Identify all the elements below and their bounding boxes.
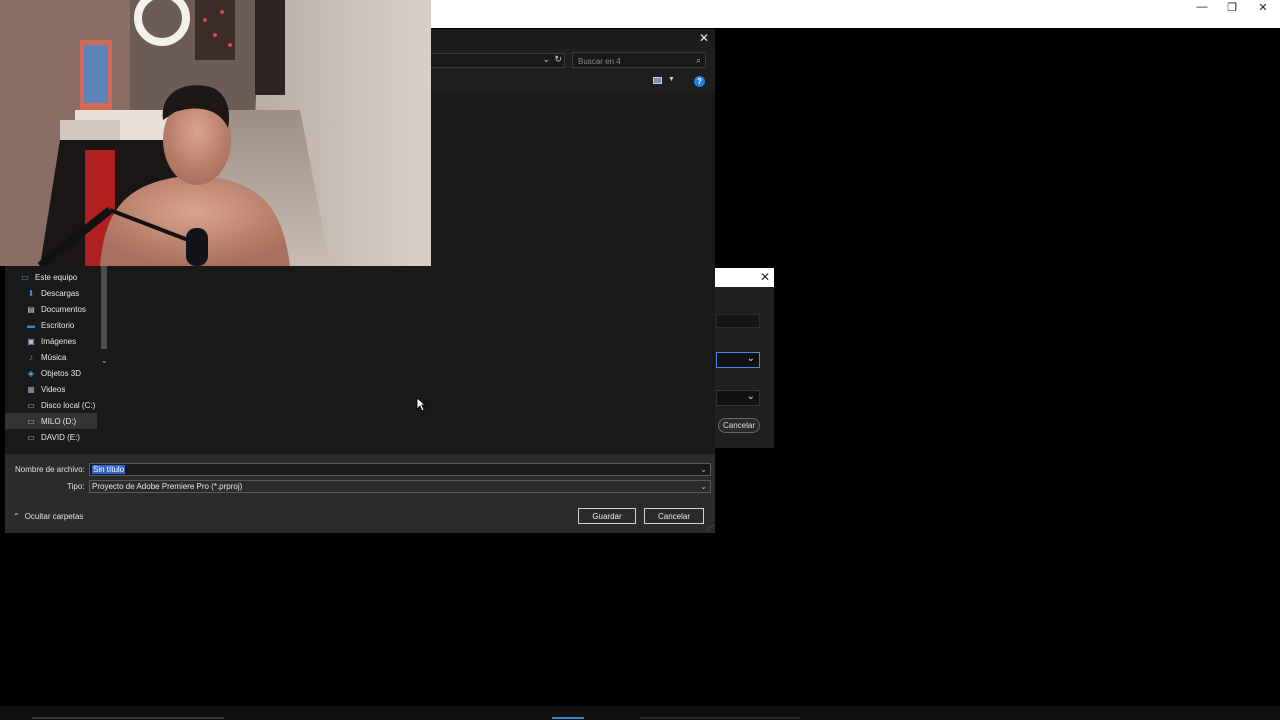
- nav-item[interactable]: ⬇ Descargas: [5, 285, 97, 301]
- file-type-value: Proyecto de Adobe Premiere Pro (*.prproj…: [92, 482, 243, 491]
- chevron-up-icon: ⌃: [13, 512, 20, 521]
- view-options-icon[interactable]: [653, 77, 662, 84]
- address-bar[interactable]: ⌄ ↻: [425, 53, 565, 68]
- nav-item[interactable]: ▭ DAVID (E:): [5, 429, 97, 445]
- nav-item[interactable]: ◈ Objetos 3D: [5, 365, 97, 381]
- help-icon[interactable]: ?: [694, 76, 705, 87]
- taskbar-item-active[interactable]: [552, 717, 584, 719]
- file-type-select[interactable]: Proyecto de Adobe Premiere Pro (*.prproj…: [89, 480, 711, 493]
- save-button[interactable]: Guardar: [578, 508, 636, 524]
- restore-button[interactable]: ❐: [1217, 0, 1247, 14]
- chevron-down-icon: ⌄: [746, 391, 755, 402]
- nav-item-label: Escritorio: [41, 320, 75, 330]
- background-cancel-button[interactable]: Cancelar: [718, 418, 760, 433]
- download-icon: ⬇: [27, 288, 35, 298]
- hide-folders-label: Ocultar carpetas: [24, 512, 84, 521]
- nav-item[interactable]: ▭ Este equipo: [5, 269, 97, 285]
- chevron-down-icon: ⌄: [746, 353, 755, 364]
- renderer-select[interactable]: ⌄: [716, 390, 760, 406]
- document-icon: ▤: [27, 304, 35, 314]
- nav-item-label: MILO (D:): [41, 416, 77, 426]
- nav-item-label: Música: [41, 352, 67, 362]
- chevron-down-icon[interactable]: ▼: [668, 76, 675, 83]
- filename-value: Sin título: [92, 465, 126, 474]
- new-project-dialog-title-bar: ✕: [714, 268, 774, 287]
- webcam-image: [0, 0, 431, 266]
- 3d-objects-icon: ◈: [27, 368, 35, 378]
- hide-folders-toggle[interactable]: ⌃ Ocultar carpetas: [13, 512, 83, 521]
- chevron-down-icon[interactable]: ⌄: [542, 54, 550, 65]
- close-icon[interactable]: ✕: [760, 270, 770, 284]
- minimize-button[interactable]: —: [1187, 0, 1217, 14]
- taskbar: [0, 706, 1280, 720]
- nav-item[interactable]: ▦ Videos: [5, 381, 97, 397]
- nav-item-label: DAVID (E:): [41, 432, 80, 442]
- cancel-button[interactable]: Cancelar: [644, 508, 704, 524]
- location-select[interactable]: ⌄: [716, 352, 760, 368]
- drive-icon: ▭: [27, 432, 35, 442]
- desktop-icon: ▬: [27, 320, 35, 330]
- nav-item-label: Videos: [41, 384, 66, 394]
- resize-grip-icon[interactable]: ⋰: [707, 524, 714, 532]
- nav-item-label: Este equipo: [35, 272, 78, 282]
- nav-item-label: Objetos 3D: [41, 368, 82, 378]
- nav-item[interactable]: ▣ Imágenes: [5, 333, 97, 349]
- nav-item[interactable]: ▬ Escritorio: [5, 317, 97, 333]
- webcam-overlay: [0, 0, 431, 266]
- dialog-footer: Nombre de archivo: Sin título ⌄ Tipo: Pr…: [5, 454, 715, 533]
- computer-icon: ▭: [21, 272, 29, 282]
- project-name-field[interactable]: [716, 314, 760, 328]
- refresh-icon[interactable]: ↻: [554, 54, 562, 65]
- taskbar-item[interactable]: [640, 717, 800, 719]
- mouse-cursor-icon: [416, 397, 426, 412]
- drive-icon: ▭: [27, 416, 35, 426]
- music-icon: ♪: [29, 352, 33, 362]
- search-input[interactable]: [573, 54, 688, 69]
- video-icon: ▦: [27, 384, 35, 394]
- search-box[interactable]: ⌕: [572, 52, 706, 69]
- chevron-down-icon[interactable]: ⌄: [700, 481, 707, 492]
- nav-item-label: Imágenes: [41, 336, 77, 346]
- type-label: Tipo:: [67, 482, 85, 491]
- filename-label: Nombre de archivo:: [15, 465, 85, 474]
- nav-item[interactable]: ▭ Disco local (C:): [5, 397, 97, 413]
- new-project-dialog: ✕ ⌄ ⌄ Cancelar: [714, 268, 774, 448]
- filename-field[interactable]: Sin título ⌄: [89, 463, 711, 476]
- nav-item-label: Descargas: [41, 288, 80, 298]
- scroll-down-icon[interactable]: ⌄: [101, 356, 108, 365]
- close-window-button[interactable]: ✕: [1248, 0, 1278, 14]
- taskbar-item[interactable]: [32, 717, 224, 719]
- nav-item[interactable]: ♪ Música: [5, 349, 97, 365]
- nav-item[interactable]: ▭ MILO (D:): [5, 413, 97, 429]
- search-icon: ⌕: [695, 55, 701, 65]
- nav-item-label: Disco local (C:): [41, 400, 96, 410]
- pictures-icon: ▣: [27, 336, 35, 346]
- drive-icon: ▭: [27, 400, 35, 410]
- nav-item-label: Documentos: [41, 304, 86, 314]
- nav-item[interactable]: ▤ Documentos: [5, 301, 97, 317]
- chevron-down-icon[interactable]: ⌄: [700, 464, 707, 475]
- close-icon[interactable]: ✕: [699, 31, 709, 45]
